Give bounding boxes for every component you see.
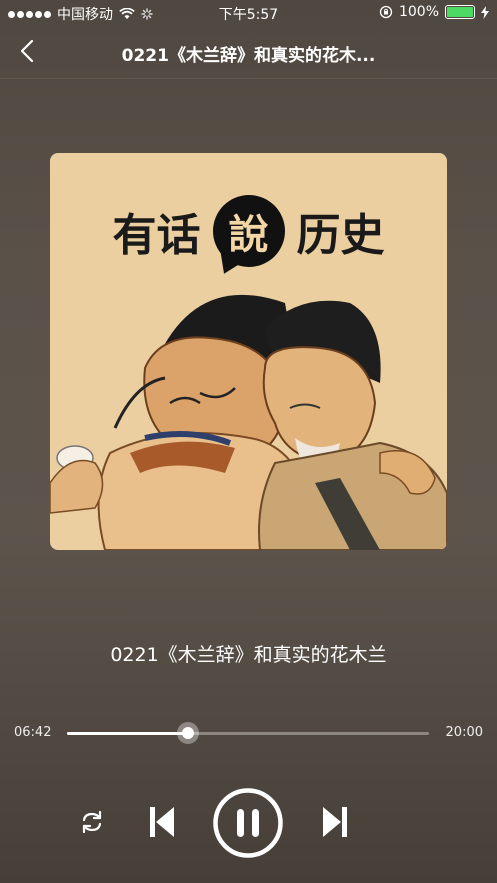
pause-button[interactable] [213, 788, 283, 858]
skip-next-icon [323, 807, 347, 837]
total-time: 20:00 [445, 725, 483, 740]
album-cover: 有话 說 历史 [50, 153, 447, 550]
progress-fill [67, 732, 189, 735]
current-time: 06:42 [14, 725, 52, 740]
cover-title-left: 有话 [112, 210, 201, 261]
battery-icon [445, 5, 475, 19]
status-right: 100% [379, 4, 489, 20]
cover-title: 有话 說 历史 [70, 195, 427, 267]
progress-slider[interactable] [67, 722, 429, 744]
next-button[interactable] [313, 800, 357, 844]
nav-bar: 0221《木兰辞》和真实的花木... [0, 26, 497, 79]
status-bar: 中国移动 下午5:57 100% [0, 0, 497, 26]
orientation-lock-icon [379, 5, 393, 19]
cover-title-bubble: 說 [212, 195, 285, 267]
chevron-left-icon [20, 39, 34, 63]
battery-percent: 100% [398, 4, 439, 20]
back-button[interactable] [12, 36, 42, 66]
page-title: 0221《木兰辞》和真实的花木... [121, 46, 376, 66]
track-title: 0221《木兰辞》和真实的花木兰 [110, 644, 387, 666]
pause-icon [213, 788, 283, 858]
progress-thumb[interactable] [177, 722, 200, 744]
repeat-icon [82, 810, 102, 834]
repeat-button[interactable] [72, 802, 112, 842]
previous-button[interactable] [140, 800, 184, 844]
skip-previous-icon [150, 807, 174, 837]
cover-title-right: 历史 [296, 210, 385, 261]
charging-bolt-icon [481, 5, 489, 19]
